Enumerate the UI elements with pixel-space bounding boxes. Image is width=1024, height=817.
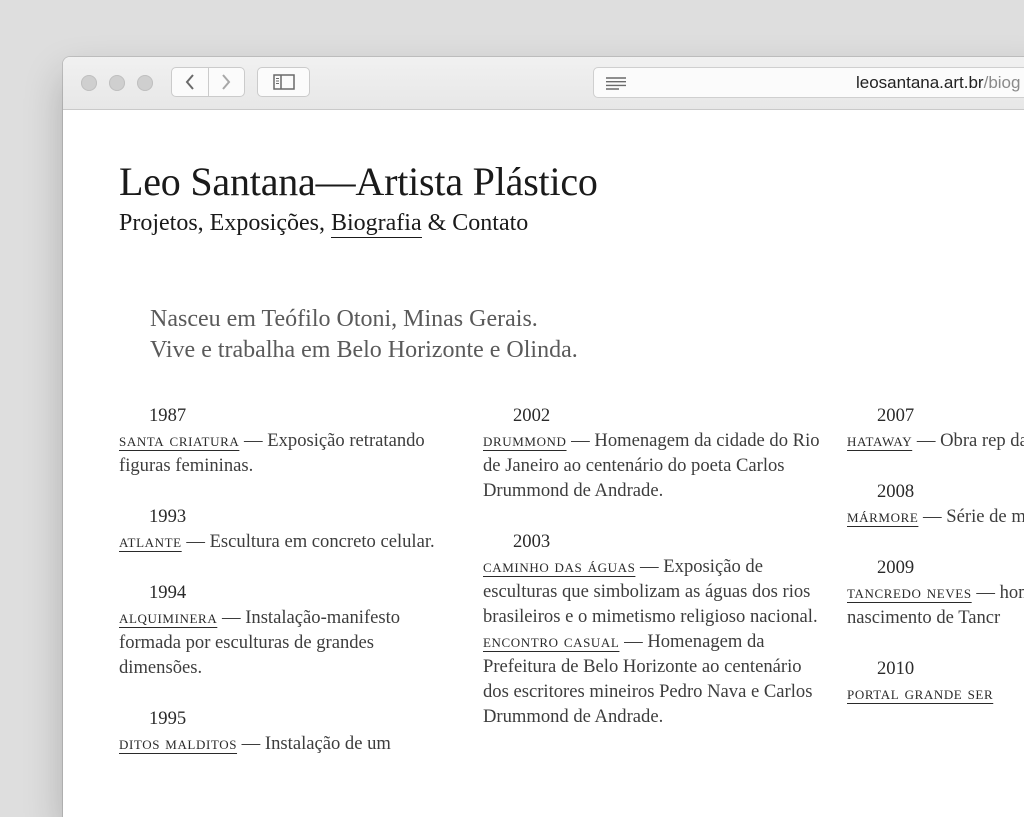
sidebar-toggle-button[interactable]: [257, 67, 310, 97]
timeline-entry: 2007hataway — Obra rep da Nação Carajá.: [847, 403, 1024, 453]
timeline-item: ditos malditos — Instalação de um: [119, 731, 459, 756]
nav-separator: ,: [197, 210, 210, 236]
work-link[interactable]: tancredo neves: [847, 582, 972, 603]
nav-link-contato[interactable]: Contato: [452, 210, 528, 236]
timeline-year: 1994: [149, 582, 187, 603]
timeline-item: tancredo neves — homenagem ao cente nasc…: [847, 580, 1024, 630]
timeline-year: 2003: [513, 531, 551, 552]
history-nav-group: [171, 67, 245, 97]
work-link[interactable]: portal grande ser: [847, 683, 993, 704]
nav-link-projetos[interactable]: Projetos: [119, 210, 198, 236]
timeline-entry: 2002 drummond — Homenagem da cidade do Ri…: [483, 403, 823, 503]
timeline-item: hataway — Obra rep da Nação Carajá.: [847, 428, 1024, 453]
work-link[interactable]: encontro casual: [483, 631, 619, 652]
nav-link-biografia[interactable]: Biografia: [330, 210, 422, 238]
reader-lines-icon[interactable]: [606, 77, 626, 90]
sidebar-icon: [272, 74, 295, 90]
timeline-year: 2009: [877, 557, 915, 578]
timeline-entry: 1995 ditos malditos — Instalação de um: [119, 706, 459, 756]
url-path: /biog: [983, 73, 1021, 92]
bio-intro-line: Vive e trabalha em Belo Horizonte e Olin…: [150, 337, 578, 363]
site-nav: Projetos, Exposições, Biografia & Contat…: [119, 210, 528, 238]
timeline-column-1: 1987 santa criatura — Exposição retratand…: [119, 403, 459, 782]
timeline-entry: 2009tancredo neves — homenagem ao cente …: [847, 555, 1024, 630]
bio-intro: Nasceu em Teófilo Otoni, Minas Gerais. V…: [150, 304, 578, 366]
timeline-year: 2010: [877, 658, 915, 679]
timeline-year: 2008: [877, 481, 915, 502]
timeline-year: 2007: [877, 405, 915, 426]
timeline-column-2: 2002 drummond — Homenagem da cidade do Ri…: [483, 403, 823, 755]
work-description: — Instalação de um: [237, 733, 391, 754]
page-content: Leo Santana—Artista Plástico Projetos, E…: [63, 110, 1024, 817]
nav-separator: ,: [318, 210, 331, 236]
address-url: leosantana.art.br/biog: [856, 73, 1020, 93]
timeline-item: caminho das águas — Exposição de escultu…: [483, 554, 823, 629]
timeline-entry: 2003 caminho das águas — Exposição de esc…: [483, 529, 823, 729]
timeline-entry: 1993 atlante — Escultura em concreto celu…: [119, 504, 459, 554]
timeline-year: 1987: [149, 405, 187, 426]
browser-window: leosantana.art.br/biog Leo Santana—Artis…: [63, 57, 1024, 817]
timeline-item: atlante — Escultura em concreto celular.: [119, 529, 459, 554]
timeline-entry: 1987 santa criatura — Exposição retratand…: [119, 403, 459, 478]
timeline-item: drummond — Homenagem da cidade do Rio de…: [483, 428, 823, 503]
back-button[interactable]: [172, 68, 208, 96]
timeline-item: mármore — Série de mármore branco.: [847, 504, 1024, 529]
bio-intro-line: Nasceu em Teófilo Otoni, Minas Gerais.: [150, 306, 538, 332]
timeline-column-3: 2007hataway — Obra rep da Nação Carajá.2…: [847, 403, 1024, 732]
nav-separator: &: [421, 210, 453, 236]
work-description: — Obra rep da Nação Carajá.: [916, 430, 1024, 451]
timeline-item: alquiminera — Instalação-manifesto forma…: [119, 605, 459, 680]
timeline-year: 2002: [513, 405, 551, 426]
timeline-item: encontro casual — Homenagem da Prefeitur…: [483, 629, 823, 729]
work-link[interactable]: hataway: [847, 430, 912, 451]
work-link[interactable]: alquiminera: [119, 607, 217, 628]
address-bar[interactable]: leosantana.art.br/biog: [593, 67, 1024, 98]
work-link[interactable]: caminho das águas: [483, 556, 635, 577]
chevron-right-icon: [222, 74, 231, 90]
work-description: — Escultura em concreto celular.: [181, 531, 435, 552]
work-link[interactable]: atlante: [119, 531, 182, 552]
work-link[interactable]: drummond: [483, 430, 567, 451]
work-link[interactable]: ditos malditos: [119, 733, 237, 754]
browser-toolbar: leosantana.art.br/biog: [63, 57, 1024, 110]
work-description: — Série de mármore branco.: [923, 506, 1024, 527]
timeline-year: 1993: [149, 506, 187, 527]
timeline-item: santa criatura — Exposição retratando fi…: [119, 428, 459, 478]
nav-link-exposicoes[interactable]: Exposições: [210, 210, 319, 236]
work-link[interactable]: mármore: [847, 506, 918, 527]
forward-button[interactable]: [207, 68, 245, 96]
close-window-button[interactable]: [81, 75, 97, 91]
work-link[interactable]: santa criatura: [119, 430, 239, 451]
timeline-item: portal grande ser: [847, 681, 1024, 706]
zoom-window-button[interactable]: [137, 75, 153, 91]
minimize-window-button[interactable]: [109, 75, 125, 91]
timeline-entry: 2010 portal grande ser: [847, 656, 1024, 706]
timeline-entry: 1994 alquiminera — Instalação-manifesto f…: [119, 580, 459, 680]
chevron-left-icon: [185, 74, 194, 90]
url-domain: leosantana.art.br: [856, 73, 984, 92]
site-title[interactable]: Leo Santana—Artista Plástico: [119, 158, 598, 205]
timeline-year: 1995: [149, 708, 187, 729]
timeline-entry: 2008mármore — Série de mármore branco.: [847, 479, 1024, 529]
